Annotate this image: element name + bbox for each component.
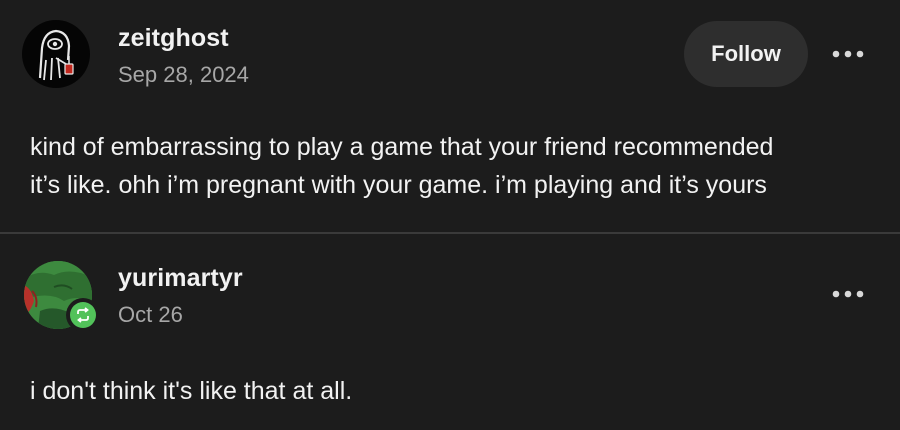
- reblog-badge: [66, 298, 100, 332]
- post-date[interactable]: Sep 28, 2024: [118, 62, 249, 88]
- more-options-button[interactable]: [826, 42, 870, 66]
- more-options-button[interactable]: [826, 282, 870, 306]
- post-yurimartyr: yurimartyr Oct 26 i don't think it's lik…: [0, 234, 900, 430]
- post-text-line: it’s like. ohh i’m pregnant with your ga…: [30, 171, 767, 199]
- post-body: kind of embarrassing to play a game that…: [30, 128, 870, 204]
- reaper-avatar-icon: [38, 29, 74, 81]
- follow-button[interactable]: Follow: [684, 21, 808, 87]
- post-date[interactable]: Oct 26: [118, 302, 183, 328]
- post-text-line: kind of embarrassing to play a game that…: [30, 133, 774, 161]
- username[interactable]: zeitghost: [118, 24, 229, 53]
- username[interactable]: yurimartyr: [118, 264, 243, 293]
- post-text-line: i don't think it's like that at all.: [30, 377, 353, 405]
- avatar[interactable]: [22, 20, 90, 88]
- more-dots-icon: [832, 50, 864, 58]
- post-body: i don't think it's like that at all.: [30, 372, 870, 410]
- more-dots-icon: [832, 290, 864, 298]
- reblog-icon: [77, 307, 89, 323]
- post-zeitghost: zeitghost Sep 28, 2024 Follow kind of em…: [0, 0, 900, 232]
